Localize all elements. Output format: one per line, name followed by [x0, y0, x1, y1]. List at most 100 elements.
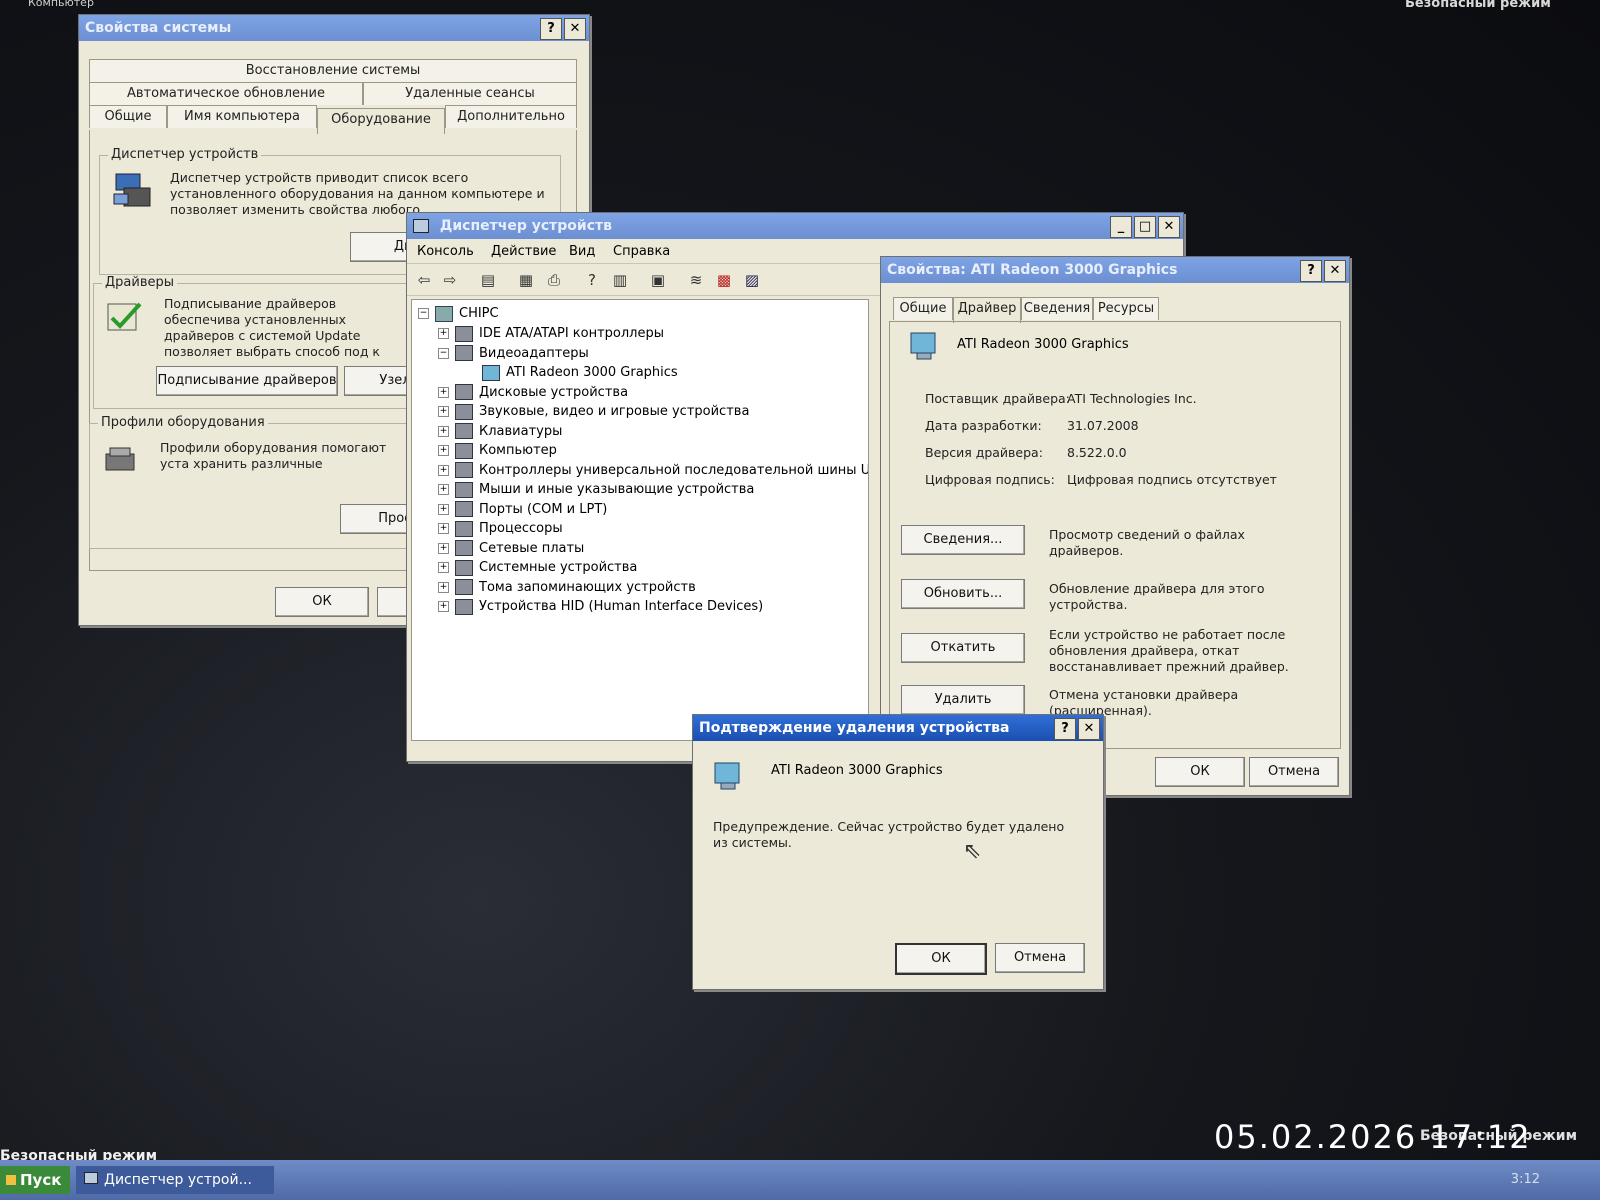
close-button[interactable]: ✕	[1158, 216, 1180, 238]
expand-icon[interactable]: +	[438, 445, 449, 456]
update-driver-icon[interactable]: ≋	[685, 269, 707, 291]
tab-remote[interactable]: Удаленные сеансы	[363, 82, 577, 105]
device-category-icon	[455, 403, 473, 420]
tree-item[interactable]: + IDE ATA/ATAPI контроллеры	[438, 324, 664, 343]
taskbar-item-device-manager[interactable]: Диспетчер устрой...	[76, 1166, 274, 1194]
minimize-button[interactable]: _	[1110, 216, 1132, 238]
close-button[interactable]: ✕	[1078, 718, 1100, 740]
scan-hardware-icon[interactable]: ▣	[647, 269, 669, 291]
tab-details[interactable]: Сведения	[1021, 297, 1093, 320]
tab-computer-name[interactable]: Имя компьютера	[167, 105, 317, 128]
tab-general[interactable]: Общие	[893, 297, 953, 320]
close-button[interactable]: ✕	[564, 18, 586, 40]
tree-item[interactable]: ATI Radeon 3000 Graphics	[482, 363, 678, 382]
confirm-cancel-button[interactable]: Отмена	[995, 943, 1085, 973]
menu-console[interactable]: Консоль	[417, 244, 474, 259]
start-label: Пуск	[20, 1171, 62, 1189]
help-button[interactable]: ?	[1300, 260, 1322, 282]
collapse-icon[interactable]: −	[418, 308, 429, 319]
menu-action[interactable]: Действие	[491, 244, 556, 259]
view-icon[interactable]: ▥	[609, 269, 631, 291]
taskbar-item-label: Диспетчер устрой...	[104, 1172, 252, 1188]
driver-details-button[interactable]: Сведения...	[901, 525, 1025, 555]
forward-arrow-icon[interactable]: ⇨	[439, 269, 461, 291]
tree-item[interactable]: + Тома запоминающих устройств	[438, 578, 696, 597]
start-button[interactable]: Пуск	[0, 1166, 70, 1194]
confirm-uninstall-titlebar[interactable]: Подтверждение удаления устройства ? ✕	[693, 715, 1103, 741]
disable-icon[interactable]: ▨	[741, 269, 763, 291]
device-category-icon	[455, 345, 473, 361]
properties-icon[interactable]: ▦	[515, 269, 537, 291]
tree-item[interactable]: + Компьютер	[438, 441, 557, 460]
tree-item[interactable]: + Дисковые устройства	[438, 383, 628, 402]
device-manager-text: Диспетчер устройств приводит список всег…	[170, 170, 545, 217]
sysprops-ok-button[interactable]: ОК	[275, 587, 369, 617]
tab-resources[interactable]: Ресурсы	[1093, 297, 1159, 320]
tree-item[interactable]: + Сетевые платы	[438, 539, 584, 558]
tree-root-label: CHIPC	[459, 306, 499, 321]
device-category-icon	[455, 520, 473, 537]
menu-help[interactable]: Справка	[613, 244, 670, 259]
tab-system-restore[interactable]: Восстановление системы	[89, 59, 577, 82]
tree-item-label: Процессоры	[479, 521, 563, 536]
help-button[interactable]: ?	[1054, 718, 1076, 740]
device-properties-titlebar[interactable]: Свойства: ATI Radeon 3000 Graphics ? ✕	[881, 257, 1349, 283]
device-category-icon	[455, 384, 473, 400]
tab-advanced[interactable]: Дополнительно	[445, 105, 577, 128]
driver-field-label: Версия драйвера:	[925, 445, 1043, 460]
expand-icon[interactable]: +	[438, 484, 449, 495]
system-clock[interactable]: 3:12	[1511, 1172, 1540, 1187]
tree-item[interactable]: + Устройства HID (Human Interface Devices…	[438, 597, 763, 616]
tree-item[interactable]: + Звуковые, видео и игровые устройства	[438, 402, 749, 421]
tab-auto-update[interactable]: Автоматическое обновление	[89, 82, 363, 105]
rollback-driver-button[interactable]: Откатить	[901, 633, 1025, 663]
tree-item-label: Системные устройства	[479, 560, 638, 575]
collapse-icon[interactable]: −	[438, 347, 449, 359]
tree-item[interactable]: + Порты (COM и LPT)	[438, 500, 607, 519]
expand-icon[interactable]: +	[438, 386, 449, 398]
tree-item[interactable]: + Процессоры	[438, 519, 563, 538]
expand-icon[interactable]: +	[438, 601, 449, 612]
close-button[interactable]: ✕	[1324, 260, 1346, 282]
help-icon[interactable]: ?	[581, 269, 603, 291]
device-category-icon	[482, 364, 500, 381]
device-category-icon	[455, 325, 473, 342]
back-arrow-icon[interactable]: ⇦	[413, 269, 435, 291]
expand-icon[interactable]: +	[438, 581, 449, 593]
tree-item-label: Звуковые, видео и игровые устройства	[479, 404, 750, 419]
tree-item[interactable]: + Мыши и иные указывающие устройства	[438, 480, 754, 499]
expand-icon[interactable]: +	[438, 542, 449, 554]
help-button[interactable]: ?	[540, 18, 562, 40]
device-manager-titlebar[interactable]: Диспетчер устройств _ □ ✕	[407, 213, 1183, 239]
expand-icon[interactable]: +	[438, 425, 449, 437]
tree-item-label: Порты (COM и LPT)	[479, 501, 608, 517]
tree-item[interactable]: − Видеоадаптеры	[438, 344, 589, 363]
expand-icon[interactable]: +	[438, 328, 449, 339]
uninstall-driver-button[interactable]: Удалить	[901, 685, 1025, 715]
uninstall-icon[interactable]: ▩	[713, 269, 735, 291]
props-cancel-button[interactable]: Отмена	[1249, 757, 1339, 787]
tree-item[interactable]: + Системные устройства	[438, 558, 637, 577]
update-driver-button[interactable]: Обновить...	[901, 579, 1025, 609]
action-description: Если устройство не работает после обновл…	[1049, 627, 1289, 674]
expand-icon[interactable]: +	[438, 406, 449, 417]
confirm-ok-button[interactable]: ОК	[895, 943, 987, 975]
driver-signing-button[interactable]: Подписывание драйверов	[156, 366, 338, 396]
expand-icon[interactable]: +	[438, 464, 449, 476]
props-ok-button[interactable]: ОК	[1155, 757, 1245, 787]
maximize-button[interactable]: □	[1134, 216, 1156, 238]
tab-general[interactable]: Общие	[89, 105, 167, 128]
tree-root[interactable]: − CHIPC	[418, 304, 499, 323]
expand-icon[interactable]: +	[438, 523, 449, 534]
device-category-icon	[455, 442, 473, 459]
tree-item[interactable]: + Контроллеры универсальной последователь…	[438, 461, 868, 480]
tree-item[interactable]: + Клавиатуры	[438, 422, 562, 441]
safe-mode-label-top: Безопасный режим	[1405, 0, 1551, 11]
show-hide-tree-icon[interactable]: ▤	[477, 269, 499, 291]
print-icon[interactable]: ⎙	[543, 269, 565, 291]
tab-driver[interactable]: Драйвер	[953, 297, 1021, 323]
expand-icon[interactable]: +	[438, 562, 449, 573]
menu-view[interactable]: Вид	[569, 244, 595, 259]
system-properties-titlebar[interactable]: Свойства системы ? ✕	[79, 15, 589, 41]
expand-icon[interactable]: +	[438, 503, 449, 515]
